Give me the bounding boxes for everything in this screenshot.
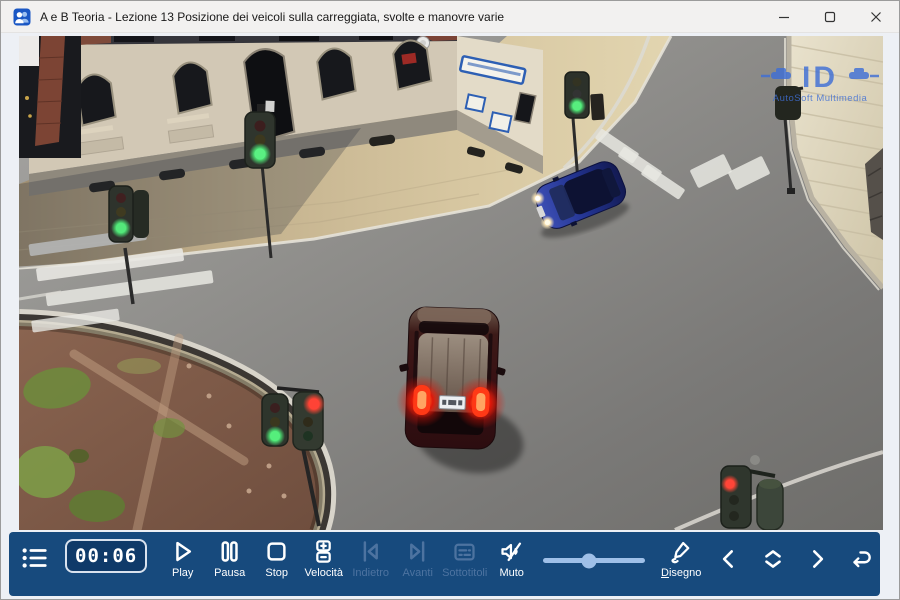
chevron-left-icon (716, 546, 742, 572)
app-people-icon (13, 8, 31, 26)
minimize-button[interactable] (761, 1, 807, 32)
volume-thumb[interactable] (582, 553, 597, 568)
nav-next-button[interactable] (795, 546, 839, 572)
back-label: Indietro (352, 567, 389, 579)
lesson-3d-scene: ID AutoSoft Multimedia (19, 36, 883, 530)
maximize-icon (824, 11, 836, 23)
app-window: A e B Teoria - Lezione 13 Posizione dei … (0, 0, 900, 600)
pause-label: Pausa (214, 567, 245, 579)
subtitles-icon (451, 538, 478, 565)
list-menu-icon (19, 543, 49, 573)
maximize-button[interactable] (807, 1, 853, 32)
return-button[interactable] (839, 546, 883, 572)
play-icon (169, 538, 196, 565)
watermark-subtitle: AutoSoft Multimedia (773, 93, 868, 104)
lesson-viewport: ID AutoSoft Multimedia (1, 33, 899, 530)
minimize-icon (778, 11, 790, 23)
close-icon (870, 11, 882, 23)
pause-button[interactable]: Pausa (206, 538, 253, 579)
draw-label: Disegno (661, 567, 701, 579)
mute-icon (498, 538, 525, 565)
back-button: Indietro (347, 538, 394, 579)
forward-label: Avanti (403, 567, 433, 579)
speed-button[interactable]: Velocità (300, 538, 347, 579)
speed-icon (310, 538, 337, 565)
play-label: Play (172, 567, 193, 579)
watermark-logo-text: ID (802, 61, 838, 94)
storefront-left (19, 36, 81, 158)
speed-label: Velocità (304, 567, 343, 579)
volume-slider[interactable] (543, 558, 645, 563)
close-button[interactable] (853, 1, 899, 32)
subtitles-button: Sottotitoli (441, 538, 488, 579)
nav-previous-button[interactable] (707, 546, 751, 572)
pen-icon (668, 538, 695, 565)
scroll-updown-button[interactable] (751, 546, 795, 572)
stop-icon (263, 538, 290, 565)
timer-display: 00:06 (65, 539, 147, 573)
play-button[interactable]: Play (159, 538, 206, 579)
stop-label: Stop (265, 567, 288, 579)
previous-icon (357, 538, 384, 565)
return-arrow-icon (848, 546, 874, 572)
lesson-menu-button[interactable] (19, 543, 57, 578)
timer-value: 00:06 (75, 543, 137, 569)
window-controls (761, 1, 899, 32)
window-title: A e B Teoria - Lezione 13 Posizione dei … (40, 10, 504, 24)
chevron-right-icon (804, 546, 830, 572)
titlebar: A e B Teoria - Lezione 13 Posizione dei … (1, 1, 899, 33)
chevrons-up-down-icon (760, 546, 786, 572)
stop-button[interactable]: Stop (253, 538, 300, 579)
mute-button[interactable]: Muto (488, 538, 535, 579)
subtitles-label: Sottotitoli (442, 567, 487, 579)
player-toolbar: 00:06 Play Pausa Stop (9, 532, 880, 596)
mute-label: Muto (499, 567, 523, 579)
forward-button: Avanti (394, 538, 441, 579)
next-icon (404, 538, 431, 565)
draw-button[interactable]: Disegno (655, 538, 707, 579)
pause-icon (216, 538, 243, 565)
